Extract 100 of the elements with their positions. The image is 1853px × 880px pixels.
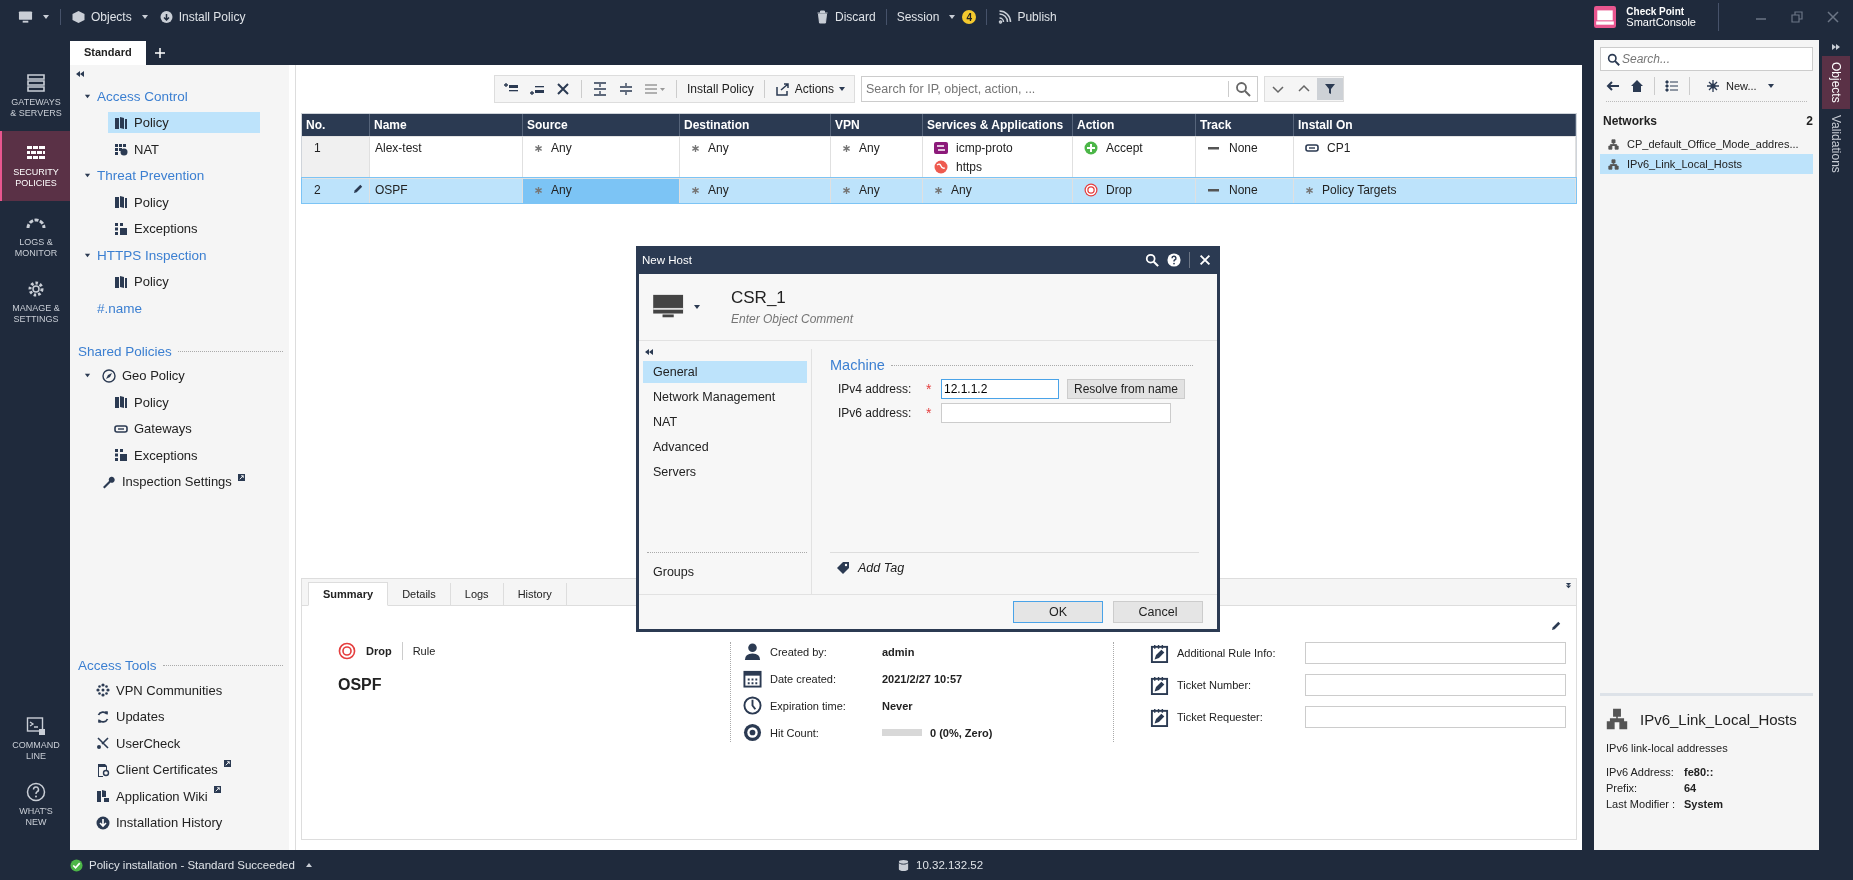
address-field[interactable]: [941, 403, 1171, 423]
help-icon[interactable]: [1167, 253, 1181, 267]
dialog-button[interactable]: OK: [1013, 601, 1103, 623]
discard-button[interactable]: Discard: [815, 10, 876, 24]
policy-tab[interactable]: Standard: [70, 41, 146, 65]
back-arrow-icon[interactable]: [1606, 79, 1620, 93]
delete-icon[interactable]: [554, 82, 571, 96]
add-tab-icon[interactable]: [153, 47, 166, 59]
tree-item[interactable]: Policy: [108, 271, 175, 293]
expand-panel-icon[interactable]: [1832, 44, 1840, 50]
dialog-nav-item[interactable]: NAT: [643, 411, 807, 433]
table-cell[interactable]: Policy Targets: [1294, 179, 1576, 203]
tool-link[interactable]: VPN Communities: [90, 677, 289, 704]
tree-item[interactable]: Gateways: [108, 418, 198, 440]
table-cell[interactable]: Any: [831, 179, 923, 203]
table-cell[interactable]: None: [1196, 179, 1294, 203]
expand-caret-icon[interactable]: [84, 372, 91, 380]
app-menu-button[interactable]: [18, 10, 50, 24]
filter-icon[interactable]: [1317, 78, 1344, 100]
rule-search-field[interactable]: Search for IP, object, action, ...: [861, 76, 1259, 102]
add-tag-link[interactable]: Add Tag: [836, 561, 905, 575]
nav-item[interactable]: COMMAND LINE: [0, 708, 70, 770]
caret-icon[interactable]: [693, 303, 701, 311]
rule-name: OSPF: [375, 183, 409, 197]
tree-group-item[interactable]: Threat Prevention: [96, 165, 211, 187]
expand-caret-icon[interactable]: [84, 251, 91, 259]
expand-caret-icon[interactable]: [84, 92, 91, 100]
tree-item[interactable]: Exceptions: [108, 444, 204, 466]
tree-item[interactable]: NAT: [108, 138, 166, 160]
collapse-panel-icon[interactable]: [1565, 582, 1572, 589]
object-item[interactable]: IPv6_Link_Local_Hosts: [1600, 154, 1813, 174]
tree-item[interactable]: Policy: [108, 191, 175, 213]
dialog-nav-item[interactable]: Network Management: [643, 386, 807, 408]
text-field[interactable]: [1305, 674, 1566, 696]
objects-menu[interactable]: Objects: [71, 10, 149, 24]
nav-item[interactable]: SECURITY POLICIES: [0, 131, 70, 201]
collapse-icon[interactable]: [76, 71, 84, 77]
tool-link[interactable]: UserCheck: [90, 730, 289, 757]
person-icon: [743, 642, 762, 661]
target-icon: [743, 723, 762, 742]
side-tab[interactable]: Objects: [1822, 56, 1850, 109]
rule-row[interactable]: 2 OSPF Any Any Any Any Drop None Policy Targets: [302, 178, 1576, 203]
object-title: IPv6_Link_Local_Hosts: [1640, 710, 1797, 728]
dialog-nav-item[interactable]: General: [643, 361, 807, 383]
resolve-button[interactable]: Resolve from name: [1067, 379, 1186, 399]
rule-row[interactable]: 1 Alex-test Any Any Any icmp-proto https Accept None CP1: [302, 136, 1576, 178]
dialog-button[interactable]: Cancel: [1113, 601, 1203, 623]
list-icon[interactable]: [1665, 79, 1679, 93]
nav-item[interactable]: LOGS & MONITOR: [0, 205, 70, 267]
expand-rows-icon[interactable]: [591, 82, 608, 96]
collapse-rows-icon[interactable]: [617, 82, 634, 96]
text-field[interactable]: [1305, 642, 1566, 664]
new-object-menu[interactable]: New...: [1706, 79, 1775, 93]
tree-item[interactable]: Exceptions: [108, 218, 204, 240]
tree-group-item[interactable]: HTTPS Inspection: [96, 244, 213, 266]
address-field[interactable]: 12.1.1.2: [941, 379, 1059, 399]
restore-icon[interactable]: [1791, 11, 1803, 23]
summary-tab[interactable]: Details: [388, 583, 451, 605]
nav-item[interactable]: MANAGE & SETTINGS: [0, 271, 70, 333]
collapse-icon[interactable]: [645, 349, 653, 355]
table-cell[interactable]: Any: [923, 179, 1073, 203]
comment-field[interactable]: Enter Object Comment: [731, 312, 951, 326]
pencil-icon[interactable]: [1551, 620, 1562, 631]
install-policy-button[interactable]: Install Policy: [158, 10, 246, 24]
object-search-field[interactable]: Search...: [1600, 47, 1813, 71]
side-tab[interactable]: Validations: [1822, 108, 1850, 179]
tool-link[interactable]: Installation History: [90, 809, 289, 836]
object-item[interactable]: CP_default_Office_Mode_addres...: [1600, 134, 1813, 154]
text-field[interactable]: [1305, 706, 1566, 728]
tool-link[interactable]: Updates: [90, 703, 289, 730]
search-icon[interactable]: [1145, 253, 1159, 267]
dialog-nav-item[interactable]: Advanced: [643, 436, 807, 458]
publish-button[interactable]: Publish: [997, 10, 1057, 24]
object-name[interactable]: CSR_1: [731, 288, 951, 308]
expand-caret-icon[interactable]: [84, 172, 91, 180]
object-label: None: [1229, 141, 1258, 155]
tree-item[interactable]: Policy: [108, 112, 260, 134]
table-cell[interactable]: Drop: [1073, 179, 1196, 203]
home-icon[interactable]: [1630, 79, 1644, 93]
tree-group-item[interactable]: Access Control: [96, 85, 194, 107]
tree-group-item[interactable]: #.name: [96, 297, 149, 319]
actions-menu[interactable]: Actions: [774, 82, 847, 96]
dialog-nav-item[interactable]: Servers: [643, 461, 807, 483]
nav-item[interactable]: GATEWAYS & SERVERS: [0, 65, 70, 127]
nav-item[interactable]: WHAT'S NEW: [0, 774, 70, 836]
table-cell[interactable]: Any: [523, 179, 680, 203]
clock-icon: [743, 696, 762, 715]
tree-item[interactable]: Policy: [108, 391, 175, 413]
tree-item[interactable]: Geo Policy: [96, 365, 191, 387]
session-menu[interactable]: Session: [896, 10, 957, 24]
tree-item[interactable]: Inspection Settings: [96, 471, 251, 493]
tool-link[interactable]: Client Certificates: [90, 756, 289, 783]
summary-tab[interactable]: Summary: [308, 582, 389, 606]
summary-tab[interactable]: Logs: [450, 583, 504, 605]
install-policy-button[interactable]: Install Policy: [686, 82, 754, 96]
status-message[interactable]: Policy installation - Standard Succeeded: [0, 858, 313, 872]
dialog-nav-item[interactable]: Groups: [643, 561, 807, 583]
table-cell[interactable]: Any: [680, 179, 831, 203]
summary-tab[interactable]: History: [503, 583, 567, 605]
tool-link[interactable]: Application Wiki: [90, 783, 289, 810]
